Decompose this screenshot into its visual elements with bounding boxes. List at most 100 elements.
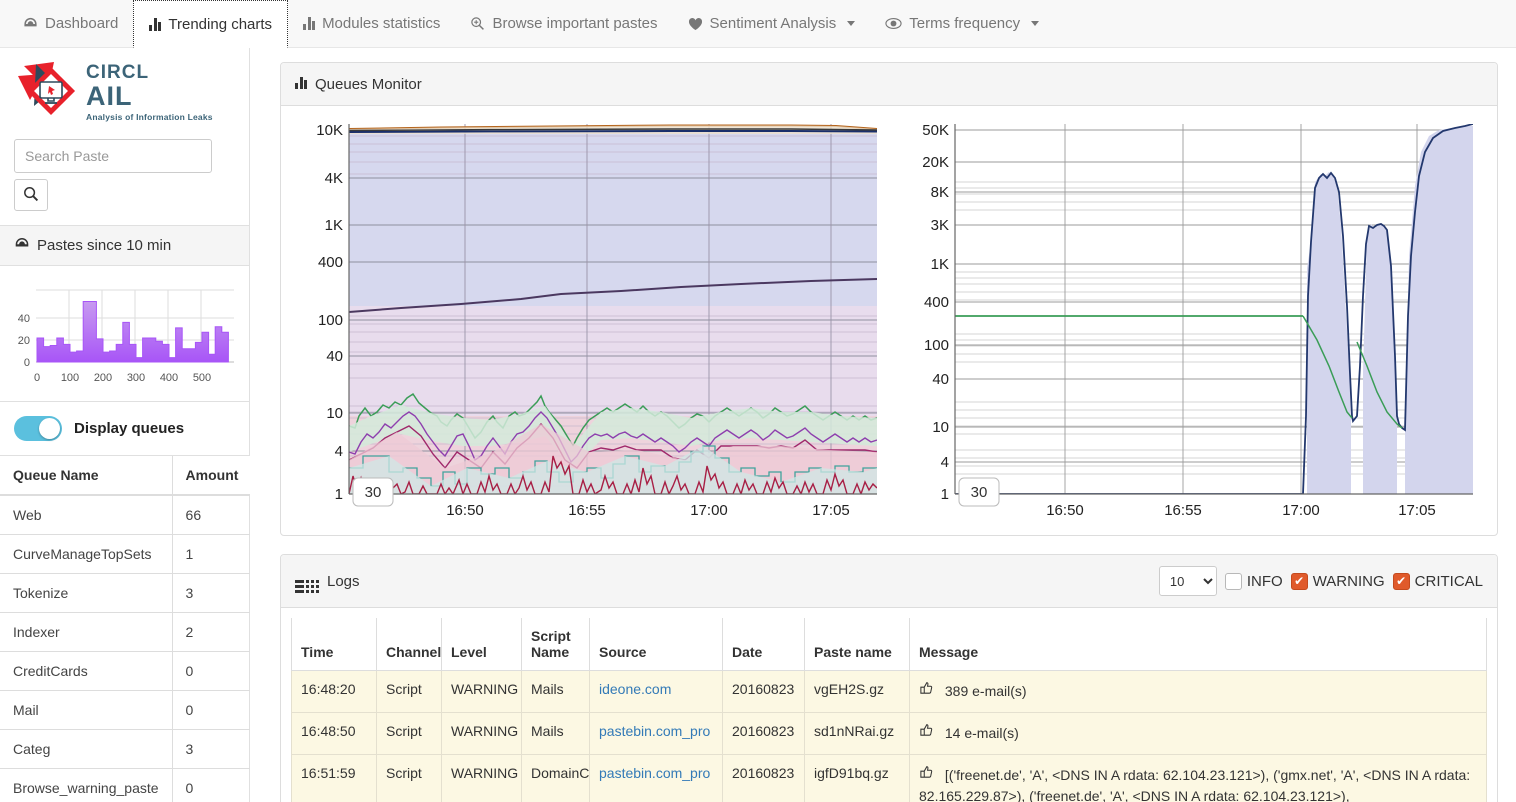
search-button[interactable] <box>14 179 48 211</box>
log-message-cell: 14 e-mail(s) <box>910 713 1487 755</box>
warning-label: WARNING <box>1313 573 1385 590</box>
svg-text:200: 200 <box>94 372 112 384</box>
log-message-cell: 389 e-mail(s) <box>910 671 1487 713</box>
nav-item-terms-frequency[interactable]: Terms frequency <box>870 0 1054 47</box>
table-row[interactable]: 16:48:50 Script WARNING Mails pastebin.c… <box>292 713 1487 755</box>
table-row[interactable]: Browse_warning_paste0 <box>0 769 251 802</box>
column-level: Level <box>442 618 522 671</box>
nav-item-browse-important-pastes[interactable]: Browse important pastes <box>455 0 672 47</box>
table-row[interactable]: Tokenize3 <box>0 574 251 613</box>
svg-text:40: 40 <box>932 371 949 388</box>
svg-text:400: 400 <box>318 254 343 271</box>
svg-text:30: 30 <box>971 484 988 501</box>
rows-per-page-select[interactable]: 10 25 50 100 <box>1159 566 1217 596</box>
logs-table: Time Channel Level Script Name Source Da… <box>291 618 1487 802</box>
critical-label: CRITICAL <box>1415 573 1483 590</box>
log-time: 16:51:59 <box>292 755 377 802</box>
queue-name: Categ <box>0 730 172 769</box>
logo-text: CIRCL AIL Analysis of Information Leaks <box>86 63 213 122</box>
display-queues-toggle[interactable] <box>14 416 62 441</box>
table-row[interactable]: CreditCards0 <box>0 652 251 691</box>
nav-label: Dashboard <box>45 15 118 32</box>
column-queue-name: Queue Name <box>0 456 172 495</box>
nav-item-dashboard[interactable]: Dashboard <box>8 0 133 47</box>
log-date: 20160823 <box>723 671 805 713</box>
svg-text:0: 0 <box>34 372 40 384</box>
table-row[interactable]: 16:51:59 Script WARNING DomainC pastebin… <box>292 755 1487 802</box>
source-link[interactable]: pastebin.com_pro <box>599 765 710 781</box>
nav-label: Trending charts <box>168 16 272 33</box>
table-row[interactable]: Categ3 <box>0 730 251 769</box>
table-row[interactable]: CurveManageTopSets1 <box>0 535 251 574</box>
log-message: 389 e-mail(s) <box>945 683 1027 699</box>
warning-checkbox[interactable] <box>1291 573 1308 590</box>
table-header-row: Queue Name Amount <box>0 456 251 495</box>
left-chart[interactable]: 10K 4K 1K 400 100 40 10 4 1 <box>291 116 881 529</box>
logs-header: Logs 10 25 50 100 INFO WARNING <box>281 555 1497 608</box>
svg-text:30: 30 <box>365 484 382 501</box>
critical-checkbox[interactable] <box>1393 573 1410 590</box>
log-level: WARNING <box>442 713 522 755</box>
filter-warning[interactable]: WARNING <box>1291 573 1385 590</box>
svg-text:4K: 4K <box>325 170 343 187</box>
queues-monitor-header: Queues Monitor <box>281 63 1497 106</box>
pastes-panel: Pastes since 10 min <box>0 226 249 402</box>
column-channel: Channel <box>377 618 442 671</box>
svg-text:40: 40 <box>18 313 30 325</box>
svg-text:3K: 3K <box>931 217 949 234</box>
log-source[interactable]: ideone.com <box>590 671 723 713</box>
eye-icon <box>885 17 902 30</box>
log-date: 20160823 <box>723 755 805 802</box>
log-script: DomainC <box>522 755 590 802</box>
bar-chart-icon <box>149 18 161 31</box>
table-row[interactable]: Web66 <box>0 495 251 535</box>
svg-text:100: 100 <box>318 312 343 329</box>
table-row[interactable]: 16:48:20 Script WARNING Mails ideone.com… <box>292 671 1487 713</box>
bar-chart-icon <box>295 76 307 93</box>
queue-table: Queue Name Amount Web66 CurveManageTopSe… <box>0 456 251 802</box>
log-source[interactable]: pastebin.com_pro <box>590 713 723 755</box>
nav-label: Browse important pastes <box>492 15 657 32</box>
log-time: 16:48:20 <box>292 671 377 713</box>
svg-text:4: 4 <box>335 443 343 460</box>
svg-text:1K: 1K <box>931 256 949 273</box>
filter-info[interactable]: INFO <box>1225 573 1283 590</box>
source-link[interactable]: ideone.com <box>599 681 671 697</box>
chevron-down-icon <box>1031 21 1039 26</box>
nav-item-modules-statistics[interactable]: Modules statistics <box>288 0 455 47</box>
main-content: Queues Monitor <box>250 48 1516 802</box>
queue-name: Indexer <box>0 613 172 652</box>
svg-text:17:05: 17:05 <box>1398 502 1436 519</box>
column-amount: Amount <box>172 456 251 495</box>
log-channel: Script <box>377 671 442 713</box>
queue-name: Web <box>0 495 172 535</box>
log-paste-name: igfD91bq.gz <box>805 755 910 802</box>
table-row[interactable]: Mail0 <box>0 691 251 730</box>
column-date: Date <box>723 618 805 671</box>
column-time: Time <box>292 618 377 671</box>
right-chart[interactable]: 50K 20K 8K 3K 1K 400 100 40 10 4 1 <box>897 116 1477 529</box>
svg-text:10: 10 <box>932 419 949 436</box>
filter-critical[interactable]: CRITICAL <box>1393 573 1483 590</box>
svg-text:17:00: 17:00 <box>1282 502 1320 519</box>
nav-item-sentiment-analysis[interactable]: Sentiment Analysis <box>673 0 871 47</box>
charts-row: 10K 4K 1K 400 100 40 10 4 1 <box>291 116 1487 529</box>
info-checkbox[interactable] <box>1225 573 1242 590</box>
source-link[interactable]: pastebin.com_pro <box>599 723 710 739</box>
pastes-histogram: 0 20 40 0 100 200 300 400 500 <box>0 266 249 401</box>
queue-amount: 1 <box>172 535 251 574</box>
column-paste-name: Paste name <box>805 618 910 671</box>
display-queues-label: Display queues <box>74 420 184 437</box>
nav-item-trending-charts[interactable]: Trending charts <box>133 0 288 48</box>
log-level: WARNING <box>442 755 522 802</box>
search-input[interactable] <box>14 139 212 173</box>
log-time: 16:48:50 <box>292 713 377 755</box>
queue-name: Tokenize <box>0 574 172 613</box>
svg-text:20: 20 <box>18 335 30 347</box>
left-chart-value-box: 30 <box>353 478 393 506</box>
thumbs-up-icon <box>919 765 934 786</box>
table-row[interactable]: Indexer2 <box>0 613 251 652</box>
logo[interactable]: CIRCL AIL Analysis of Information Leaks <box>14 60 235 125</box>
svg-text:10: 10 <box>326 405 343 422</box>
log-source[interactable]: pastebin.com_pro <box>590 755 723 802</box>
